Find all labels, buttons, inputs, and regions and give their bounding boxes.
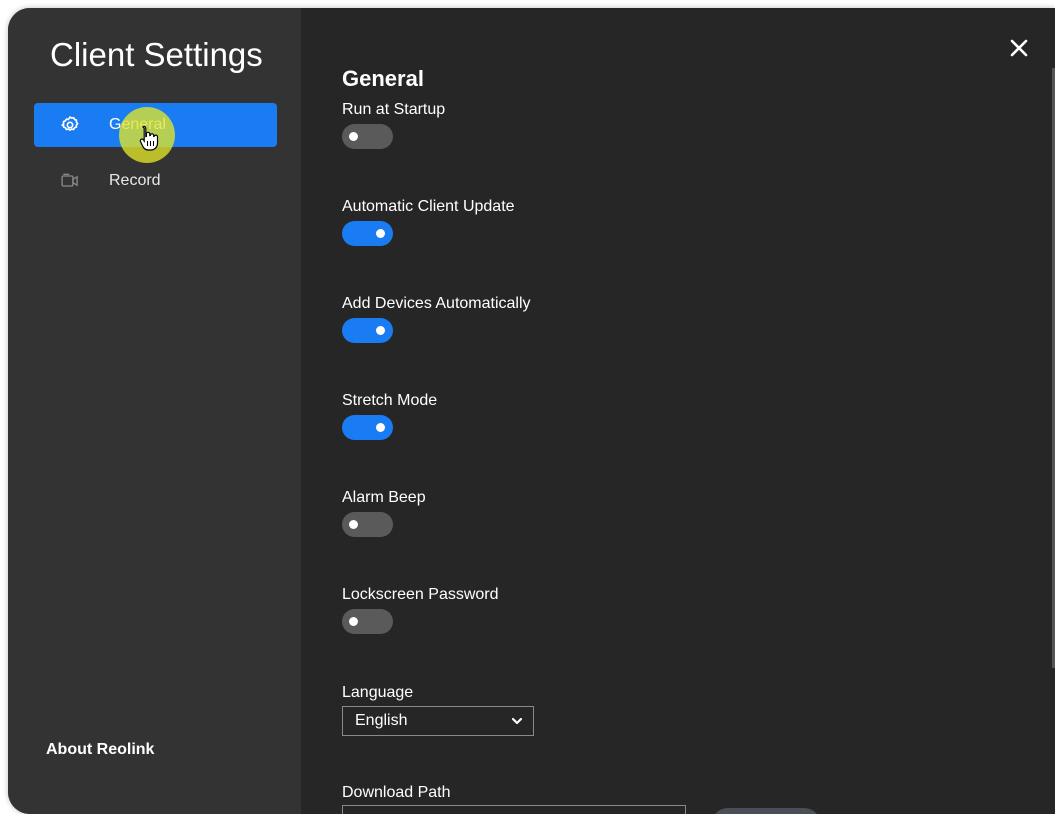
toggle-knob bbox=[376, 326, 385, 335]
section-title: General bbox=[342, 66, 424, 91]
sidebar-title: Client Settings bbox=[50, 36, 263, 73]
chevron-down-icon bbox=[511, 717, 523, 725]
toggle-stretch-mode[interactable] bbox=[342, 415, 393, 440]
sidebar: Client Settings General Record About Reo… bbox=[8, 8, 301, 814]
about-reolink-link[interactable]: About Reolink bbox=[46, 741, 154, 759]
toggle-knob bbox=[349, 520, 358, 529]
close-icon[interactable] bbox=[1009, 38, 1029, 58]
setting-label-lockscreen-password: Lockscreen Password bbox=[342, 586, 499, 603]
gear-icon bbox=[60, 115, 79, 132]
sidebar-item-record[interactable]: Record bbox=[34, 159, 277, 203]
toggle-knob bbox=[349, 617, 358, 626]
toggle-knob bbox=[376, 229, 385, 238]
language-selected-value: English bbox=[355, 712, 408, 729]
browse-button[interactable] bbox=[711, 808, 821, 814]
toggle-run-at-startup[interactable] bbox=[342, 124, 393, 149]
toggle-knob bbox=[349, 132, 358, 141]
toggle-knob bbox=[376, 423, 385, 432]
toggle-automatic-client-update[interactable] bbox=[342, 221, 393, 246]
setting-label-automatic-client-update: Automatic Client Update bbox=[342, 198, 515, 215]
sidebar-item-general[interactable]: General bbox=[34, 103, 277, 147]
toggle-lockscreen-password[interactable] bbox=[342, 609, 393, 634]
client-settings-window: Client Settings General Record About Reo… bbox=[8, 8, 1055, 814]
download-path-input[interactable] bbox=[342, 805, 686, 814]
sidebar-item-label: Record bbox=[109, 172, 161, 189]
language-label: Language bbox=[342, 684, 414, 701]
settings-content: General Run at Startup Automatic Client … bbox=[301, 8, 1055, 814]
language-select[interactable]: English bbox=[342, 706, 534, 736]
toggle-add-devices-automatically[interactable] bbox=[342, 318, 393, 343]
download-path-label: Download Path bbox=[342, 784, 451, 801]
video-camera-icon bbox=[61, 173, 78, 187]
sidebar-item-label: General bbox=[109, 116, 166, 133]
setting-label-alarm-beep: Alarm Beep bbox=[342, 489, 426, 506]
setting-label-stretch-mode: Stretch Mode bbox=[342, 392, 438, 409]
setting-label-run-at-startup: Run at Startup bbox=[342, 101, 446, 118]
setting-label-add-devices-automatically: Add Devices Automatically bbox=[342, 295, 531, 312]
toggle-alarm-beep[interactable] bbox=[342, 512, 393, 537]
